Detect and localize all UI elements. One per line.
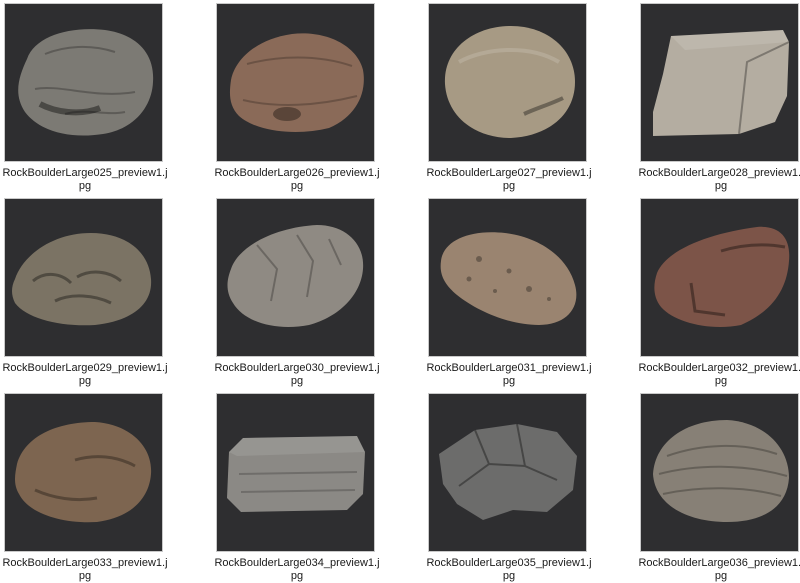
file-name: RockBoulderLarge031_preview1.jpg — [426, 362, 592, 387]
rock-preview — [653, 420, 789, 522]
file-name: RockBoulderLarge036_preview1.jpg — [638, 557, 800, 582]
thumbnail-image[interactable] — [216, 198, 375, 357]
rock-preview — [654, 226, 790, 327]
file-name: RockBoulderLarge028_preview1.jpg — [638, 167, 800, 192]
file-grid: RockBoulderLarge025_preview1.jpg RockBou… — [0, 0, 800, 582]
rock-preview — [653, 30, 790, 136]
rock-preview — [444, 26, 575, 138]
rock-preview — [12, 233, 152, 326]
rock-preview — [227, 436, 365, 512]
file-name: RockBoulderLarge027_preview1.jpg — [426, 167, 592, 192]
rock-preview — [227, 225, 364, 327]
file-name: RockBoulderLarge029_preview1.jpg — [2, 362, 168, 387]
thumbnail-image[interactable] — [428, 3, 587, 162]
thumbnail-image[interactable] — [640, 393, 799, 552]
thumbnail-image[interactable] — [216, 393, 375, 552]
rock-preview — [440, 232, 577, 325]
thumbnail-image[interactable] — [4, 393, 163, 552]
rock-preview — [439, 423, 577, 520]
thumbnail-image[interactable] — [4, 3, 163, 162]
file-name: RockBoulderLarge034_preview1.jpg — [214, 557, 380, 582]
file-name: RockBoulderLarge025_preview1.jpg — [2, 167, 168, 192]
thumbnail-image[interactable] — [428, 393, 587, 552]
file-name: RockBoulderLarge030_preview1.jpg — [214, 362, 380, 387]
thumbnail-image[interactable] — [640, 3, 799, 162]
rock-preview — [15, 422, 152, 523]
file-name: RockBoulderLarge035_preview1.jpg — [426, 557, 592, 582]
thumbnail-image[interactable] — [4, 198, 163, 357]
thumbnail-image[interactable] — [216, 3, 375, 162]
rock-preview — [229, 33, 364, 133]
file-name: RockBoulderLarge033_preview1.jpg — [2, 557, 168, 582]
thumbnail-image[interactable] — [428, 198, 587, 357]
rock-preview — [18, 29, 154, 136]
thumbnail-image[interactable] — [640, 198, 799, 357]
file-name: RockBoulderLarge026_preview1.jpg — [214, 167, 380, 192]
file-name: RockBoulderLarge032_preview1.jpg — [638, 362, 800, 387]
